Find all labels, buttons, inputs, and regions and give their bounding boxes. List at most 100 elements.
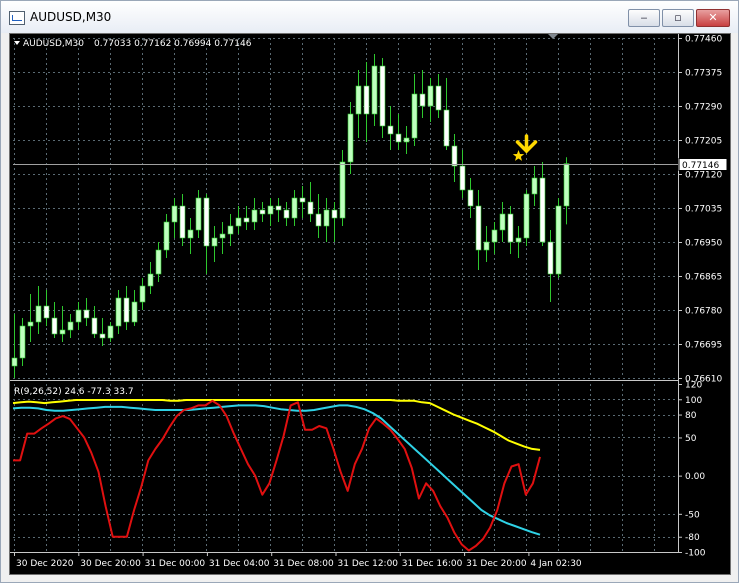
candle-body	[523, 193, 530, 239]
candle-body	[259, 209, 266, 215]
candle-body	[323, 209, 330, 227]
chart-canvas[interactable]: 0.77460 0.77375 0.77290 0.77205 0.77120 0.770…	[10, 34, 730, 574]
indicator-grid	[13, 384, 678, 552]
indicator-tick-label: 80	[685, 411, 697, 421]
indicator-tick-label: 0.00	[685, 472, 705, 482]
window-title: AUDUSD,M30	[30, 10, 112, 24]
candle-body	[403, 137, 410, 143]
price-tick-label: 0.77290	[685, 103, 722, 113]
time-tick-label: 31 Dec 00:00	[145, 559, 206, 569]
arrow-down-icon	[515, 134, 538, 154]
price-tick-label: 0.76950	[685, 239, 722, 249]
candle-body	[91, 317, 98, 335]
price-tick-label: 0.77120	[685, 171, 722, 181]
candle-body	[451, 145, 458, 167]
candle-body	[211, 237, 218, 247]
time-tick-label: 4 Jan 02:30	[530, 559, 582, 569]
chart-symbol-label: AUDUSD,M30	[23, 39, 84, 49]
candle-body	[283, 209, 290, 219]
candle-body	[187, 229, 194, 239]
candle-body	[499, 213, 506, 231]
title-bar[interactable]: AUDUSD,M30 ‒ ▫ ✕	[1, 1, 738, 33]
candle-body	[363, 85, 370, 115]
candle-body	[531, 177, 538, 195]
candle-body	[123, 297, 130, 323]
candles	[11, 54, 570, 378]
chart-area[interactable]: 0.77460 0.77375 0.77290 0.77205 0.77120 0.770…	[9, 33, 731, 575]
price-tick-label: 0.76865	[685, 273, 722, 283]
candle-body	[251, 209, 258, 223]
indicator-tick-label: -80	[685, 533, 700, 543]
chart-ohlc-values: 0.77033 0.77162 0.76994 0.77146	[94, 39, 252, 49]
chart-window: AUDUSD,M30 ‒ ▫ ✕ 0.77460 0.77375 0.77290 0.…	[0, 0, 739, 583]
candle-body	[547, 241, 554, 275]
close-button[interactable]: ✕	[696, 9, 730, 27]
candle-body	[99, 333, 106, 339]
price-tick-label: 0.77035	[685, 205, 722, 215]
candle-body	[83, 309, 90, 319]
candle-body	[19, 325, 26, 359]
candle-body	[555, 205, 562, 275]
candle-body	[227, 225, 234, 235]
time-tick-label: 31 Dec 08:00	[273, 559, 334, 569]
candle-body	[107, 325, 114, 339]
candle-body	[467, 189, 474, 207]
candle-body	[235, 217, 242, 227]
candle-body	[307, 201, 314, 215]
candle-body	[299, 197, 306, 203]
price-tick-label: 0.76780	[685, 307, 722, 317]
indicator-tick-label: -100	[685, 549, 706, 559]
indicator-label: R(9,26,52) 24.6 -77.3 33.7	[14, 387, 134, 397]
indicator-lines	[12, 399, 541, 552]
maximize-button[interactable]: ▫	[662, 9, 694, 27]
indicator-tick-label: -50	[685, 510, 700, 520]
star-icon	[512, 150, 525, 161]
candle-body	[51, 317, 58, 335]
candle-body	[427, 85, 434, 107]
signal-marker	[512, 134, 538, 161]
candle-body	[67, 321, 74, 331]
candle-body	[291, 197, 298, 219]
candle-body	[219, 233, 226, 239]
candle-body	[59, 329, 66, 335]
candle-body	[163, 221, 170, 251]
candle-body	[371, 65, 378, 115]
time-tick-label: 30 Dec 20:00	[80, 559, 141, 569]
candle-body	[139, 285, 146, 303]
indicator-tick-label: 100	[685, 396, 702, 406]
candle-body	[443, 109, 450, 147]
candle-body	[459, 165, 466, 191]
candle-body	[395, 133, 402, 143]
candle-body	[171, 205, 178, 223]
candle-body	[195, 197, 202, 231]
candle-body	[339, 161, 346, 219]
candle-body	[179, 205, 186, 239]
time-tick-label: 31 Dec 12:00	[338, 559, 399, 569]
candle-body	[11, 357, 18, 367]
candle-body	[435, 85, 442, 111]
minimize-button[interactable]: ‒	[628, 9, 660, 27]
time-tick-label: 31 Dec 20:00	[466, 559, 527, 569]
candle-body	[483, 241, 490, 251]
candle-body	[411, 93, 418, 139]
candle-body	[203, 197, 210, 247]
candle-body	[347, 113, 354, 163]
candle-body	[115, 297, 122, 327]
indicator-line-red	[13, 399, 541, 552]
candle-body	[43, 305, 50, 319]
time-tick-label: 31 Dec 04:00	[209, 559, 270, 569]
price-tick-label: 0.77460	[685, 35, 722, 45]
candle-body	[379, 65, 386, 127]
time-scale: 30 Dec 2020 30 Dec 20:00 31 Dec 00:00 31 De…	[14, 552, 582, 569]
candle-body	[315, 213, 322, 227]
candle-body	[35, 305, 42, 323]
indicator-scale: 120 100 80 50 0.00 -50 -80 -100	[678, 381, 706, 559]
candle-body	[131, 301, 138, 323]
candle-body	[267, 205, 274, 215]
candle-body	[75, 309, 82, 323]
candle-body	[507, 213, 514, 243]
indicator-tick-label: 120	[685, 381, 702, 391]
candle-body	[275, 205, 282, 211]
candle-body	[355, 85, 362, 115]
price-tick-label: 0.77205	[685, 137, 722, 147]
